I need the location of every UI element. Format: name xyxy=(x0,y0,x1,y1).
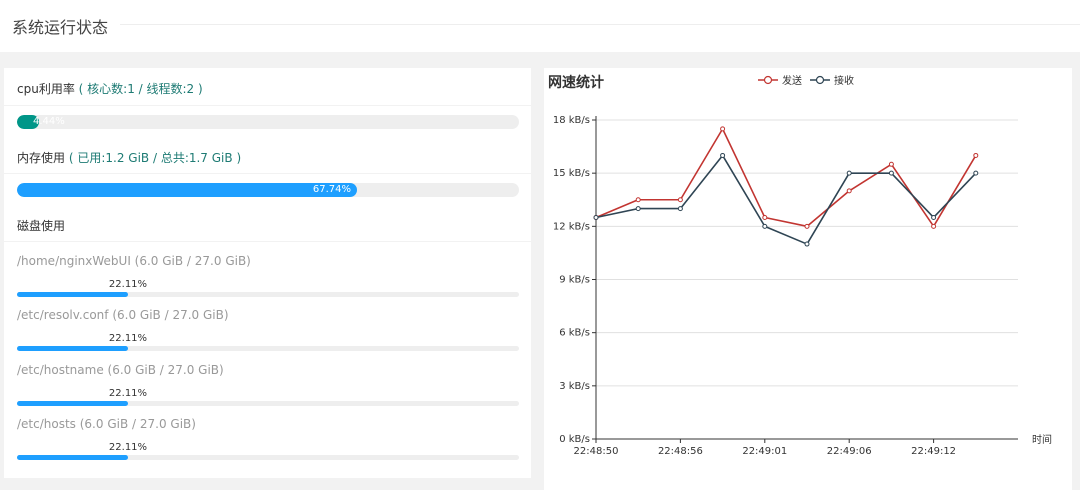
disk-item-label: /etc/hosts (6.0 GiB / 27.0 GiB) xyxy=(17,417,196,431)
network-speed-chart: 0 kB/s 3 kB/s 6 kB/s 9 kB/s 12 kB/s 15 kB/s 18… xyxy=(553,115,1052,457)
y-tick-label: 9 kB/s xyxy=(559,275,590,286)
data-point xyxy=(931,214,937,220)
chart-legend: 发送 接收 xyxy=(758,72,862,87)
disk-item-label: /etc/resolv.conf (6.0 GiB / 27.0 GiB) xyxy=(17,308,229,322)
series-line-send xyxy=(595,128,977,228)
disk-progress-fill xyxy=(17,292,128,297)
data-point xyxy=(720,152,726,158)
memory-percent-label: 67.74% xyxy=(312,184,352,195)
data-point xyxy=(888,161,894,167)
legend-recv-icon xyxy=(810,75,830,84)
cpu-section-title: cpu利用率 ( 核心数:1 / 线程数:2 ) xyxy=(17,80,203,97)
y-tick-label: 15 kB/s xyxy=(553,168,590,179)
disk-progress-track: 22.11% xyxy=(17,388,519,406)
cpu-percent-label: 4.44% xyxy=(33,116,65,127)
data-point xyxy=(973,170,979,176)
network-chart-panel: 0 kB/s 3 kB/s 6 kB/s 9 kB/s 12 kB/s 15 kB/s 18… xyxy=(544,68,1072,490)
memory-label: 内存使用 xyxy=(17,151,66,165)
cpu-label: cpu利用率 xyxy=(17,82,75,96)
cpu-hint: ( 核心数:1 / 线程数:2 ) xyxy=(78,82,203,96)
legend-recv-label: 接收 xyxy=(834,76,854,87)
data-point xyxy=(846,170,852,176)
y-tick-label: 0 kB/s xyxy=(559,434,590,445)
cpu-progress-track: 4.44% xyxy=(17,115,519,129)
data-point xyxy=(888,170,894,176)
disk-progress-track: 22.11% xyxy=(17,442,519,460)
divider xyxy=(4,105,531,106)
disk-section-title: 磁盘使用 xyxy=(17,217,65,234)
data-point xyxy=(762,214,768,220)
data-point xyxy=(677,206,683,212)
memory-progress-fill: 67.74% xyxy=(17,183,358,197)
data-point xyxy=(593,214,599,220)
disk-progress-fill xyxy=(17,401,128,406)
y-tick-label: 6 kB/s xyxy=(559,328,590,339)
disk-progress-fill xyxy=(17,455,128,460)
disk-item-label: /home/nginxWebUI (6.0 GiB / 27.0 GiB) xyxy=(17,254,251,268)
data-point xyxy=(846,188,852,194)
disk-label: 磁盘使用 xyxy=(17,219,66,233)
page-title: 系统运行状态 xyxy=(12,18,109,37)
data-point xyxy=(677,197,683,203)
disk-progress-fill xyxy=(17,346,128,351)
header-divider xyxy=(120,24,1080,25)
data-point xyxy=(762,223,768,229)
legend-send-icon xyxy=(758,75,778,84)
memory-progress-track: 67.74% xyxy=(17,183,519,197)
y-tick-label: 12 kB/s xyxy=(553,221,590,232)
x-tick-label: 22:49:01 xyxy=(742,446,787,457)
system-status-panel: cpu利用率 ( 核心数:1 / 线程数:2 ) 4.44% 内存使用 ( 已用… xyxy=(4,68,531,478)
divider xyxy=(4,173,531,174)
legend-item-send[interactable]: 发送 xyxy=(758,72,802,87)
memory-section-title: 内存使用 ( 已用:1.2 GiB / 总共:1.7 GiB ) xyxy=(17,149,241,166)
x-axis-label: 时间 xyxy=(1032,433,1052,446)
memory-hint: ( 已用:1.2 GiB / 总共:1.7 GiB ) xyxy=(68,151,242,165)
x-tick-label: 22:49:06 xyxy=(827,446,872,457)
disk-progress-track: 22.11% xyxy=(17,279,519,297)
data-point xyxy=(973,152,979,158)
disk-percent-label: 22.11% xyxy=(108,442,148,453)
x-tick-label: 22:48:50 xyxy=(574,446,619,457)
data-point xyxy=(804,223,810,229)
chart-title: 网速统计 xyxy=(548,75,604,91)
x-tick-label: 22:48:56 xyxy=(658,446,703,457)
page-header: 系统运行状态 xyxy=(0,0,1080,52)
data-point xyxy=(635,197,641,203)
data-point xyxy=(720,126,726,132)
data-point xyxy=(804,241,810,247)
disk-item-label: /etc/hostname (6.0 GiB / 27.0 GiB) xyxy=(17,363,224,377)
data-point xyxy=(931,223,937,229)
legend-item-recv[interactable]: 接收 xyxy=(810,72,854,87)
disk-percent-label: 22.11% xyxy=(108,333,148,344)
legend-send-label: 发送 xyxy=(782,76,802,87)
disk-percent-label: 22.11% xyxy=(108,279,148,290)
data-point xyxy=(635,206,641,212)
disk-percent-label: 22.11% xyxy=(108,388,148,399)
y-tick-label: 3 kB/s xyxy=(559,381,590,392)
y-tick-label: 18 kB/s xyxy=(553,115,590,126)
disk-progress-track: 22.11% xyxy=(17,333,519,351)
x-tick-label: 22:49:12 xyxy=(911,446,956,457)
cpu-progress-fill: 4.44% xyxy=(17,115,65,129)
divider xyxy=(4,241,531,242)
